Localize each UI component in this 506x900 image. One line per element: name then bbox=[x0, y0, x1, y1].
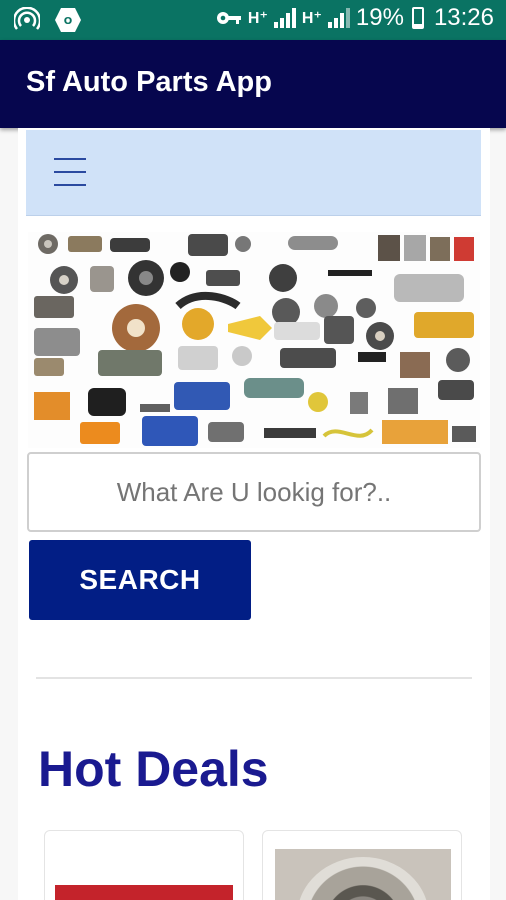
deal-card[interactable] bbox=[44, 830, 244, 900]
deal-card[interactable] bbox=[262, 830, 462, 900]
section-divider bbox=[36, 677, 472, 679]
search-input[interactable] bbox=[27, 452, 481, 532]
auto-parts-banner bbox=[28, 232, 480, 448]
battery-icon bbox=[411, 7, 424, 29]
clock: 13:26 bbox=[433, 4, 494, 31]
content-card: SEARCH Hot Deals bbox=[18, 128, 490, 900]
signal-icon bbox=[273, 8, 296, 28]
network-type: H⁺ bbox=[301, 10, 322, 27]
svg-text:O: O bbox=[64, 16, 73, 27]
auto-part-product-image bbox=[55, 885, 233, 900]
bearing-product-image bbox=[275, 849, 451, 900]
battery-percentage: 19% bbox=[355, 4, 404, 31]
app-bar: Sf Auto Parts App bbox=[0, 40, 506, 128]
nav-bar bbox=[26, 130, 481, 216]
hot-deals-heading: Hot Deals bbox=[38, 741, 269, 797]
hamburger-menu-icon[interactable] bbox=[54, 158, 86, 188]
app-title: Sf Auto Parts App bbox=[26, 66, 272, 98]
search-button[interactable]: SEARCH bbox=[29, 540, 251, 620]
status-bar: O H⁺ H⁺ 19% 13:26 bbox=[0, 0, 506, 40]
vpn-icon: O bbox=[55, 8, 81, 32]
signal-icon bbox=[327, 8, 350, 28]
network-type: H⁺ bbox=[247, 10, 268, 27]
key-icon bbox=[216, 12, 241, 24]
app-screen: O H⁺ H⁺ 19% 13:26 Sf Auto Parts App What… bbox=[0, 0, 506, 900]
hotspot-icon bbox=[14, 7, 40, 30]
